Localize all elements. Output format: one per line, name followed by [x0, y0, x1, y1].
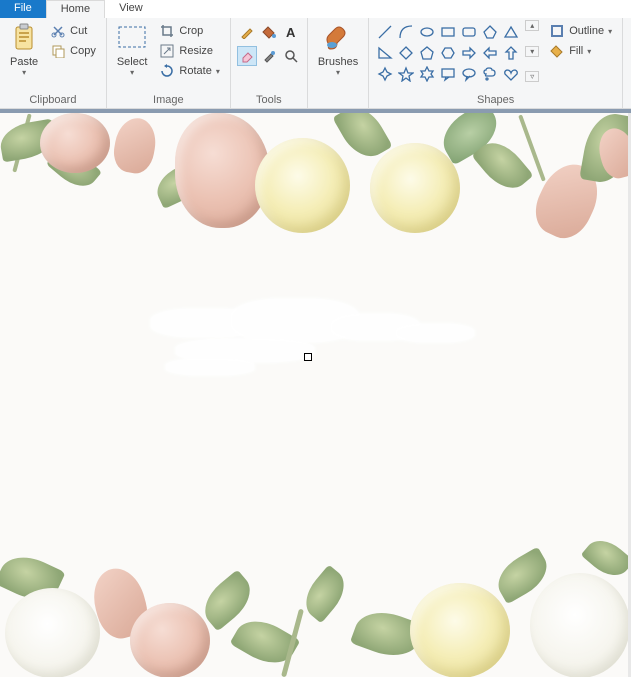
clipboard-icon	[11, 22, 37, 54]
select-label: Select	[117, 56, 148, 68]
shape-hexagon[interactable]	[438, 43, 458, 63]
copy-label: Copy	[70, 45, 96, 57]
chevron-down-icon: ▾	[608, 27, 612, 36]
shape-callout-oval[interactable]	[459, 64, 479, 84]
group-tools: A Tools	[231, 18, 308, 108]
crop-label: Crop	[179, 25, 203, 37]
eraser-cursor	[304, 353, 312, 361]
shape-right-triangle[interactable]	[375, 43, 395, 63]
fill-label: Fill	[569, 45, 583, 57]
copy-button[interactable]: Copy	[48, 42, 98, 60]
scissors-icon	[50, 23, 66, 39]
shape-oval[interactable]	[417, 22, 437, 42]
group-brushes: Brushes ▾ Brushes	[308, 18, 369, 108]
eraser-tool[interactable]	[237, 46, 257, 66]
resize-label: Resize	[179, 45, 213, 57]
shape-6star[interactable]	[417, 64, 437, 84]
clipboard-group-label: Clipboard	[4, 92, 102, 108]
crop-button[interactable]: Crop	[157, 22, 221, 40]
tools-group-label: Tools	[235, 92, 303, 108]
rotate-label: Rotate	[179, 65, 211, 77]
pencil-tool[interactable]	[237, 22, 257, 42]
cut-button[interactable]: Cut	[48, 22, 98, 40]
text-tool[interactable]: A	[281, 22, 301, 42]
shapes-expand[interactable]: ▿	[525, 71, 539, 82]
outline-button[interactable]: Outline ▾	[547, 22, 614, 40]
shape-line[interactable]	[375, 22, 395, 42]
resize-button[interactable]: Resize	[157, 42, 221, 60]
chevron-down-icon: ▾	[22, 68, 26, 77]
shape-curve[interactable]	[396, 22, 416, 42]
chevron-down-icon: ▾	[130, 68, 134, 77]
svg-text:A: A	[286, 25, 296, 39]
shape-callout-cloud[interactable]	[480, 64, 500, 84]
resize-icon	[159, 43, 175, 59]
cut-label: Cut	[70, 25, 87, 37]
group-shapes: ▴ ▾ ▿ Outline ▾ Fill ▾ Shapes	[369, 18, 623, 108]
outline-icon	[549, 23, 565, 39]
group-image: Select ▾ Crop Resize Rotate ▾ Image	[107, 18, 231, 108]
shape-polygon[interactable]	[480, 22, 500, 42]
chevron-down-icon: ▾	[587, 47, 591, 56]
shape-pentagon[interactable]	[417, 43, 437, 63]
tab-file[interactable]: File	[0, 0, 46, 18]
copy-icon	[50, 43, 66, 59]
fill-button[interactable]: Fill ▾	[547, 42, 614, 60]
shape-4star[interactable]	[375, 64, 395, 84]
outline-label: Outline	[569, 25, 604, 37]
color-picker-tool[interactable]	[259, 46, 279, 66]
tab-home[interactable]: Home	[46, 0, 105, 18]
paste-button[interactable]: Paste ▾	[4, 20, 44, 79]
shapes-scroll-up[interactable]: ▴	[525, 20, 539, 31]
image-group-label: Image	[111, 92, 226, 108]
chevron-down-icon: ▾	[216, 67, 220, 76]
shape-rect[interactable]	[438, 22, 458, 42]
shape-diamond[interactable]	[396, 43, 416, 63]
brushes-label: Brushes	[318, 56, 358, 68]
select-button[interactable]: Select ▾	[111, 20, 154, 79]
canvas-area[interactable]	[0, 109, 631, 677]
group-clipboard: Paste ▾ Cut Copy Clipboard	[0, 18, 107, 108]
shape-heart[interactable]	[501, 64, 521, 84]
shape-arrow-left[interactable]	[480, 43, 500, 63]
tab-bar: File Home View	[0, 0, 631, 18]
shape-triangle[interactable]	[501, 22, 521, 42]
shape-arrow-up[interactable]	[501, 43, 521, 63]
select-rect-icon	[117, 22, 147, 54]
tab-view[interactable]: View	[105, 0, 157, 18]
ribbon: Paste ▾ Cut Copy Clipboard	[0, 18, 631, 109]
brush-icon	[323, 22, 353, 54]
shapes-group-label: Shapes	[373, 92, 618, 108]
rotate-button[interactable]: Rotate ▾	[157, 62, 221, 80]
shape-roundrect[interactable]	[459, 22, 479, 42]
crop-icon	[159, 23, 175, 39]
group-size: Siz	[623, 18, 631, 108]
fill-tool[interactable]	[259, 22, 279, 42]
chevron-down-icon: ▾	[336, 68, 340, 77]
fill-icon	[549, 43, 565, 59]
size-button[interactable]: Siz	[627, 20, 631, 70]
paste-label: Paste	[10, 56, 38, 68]
shapes-scroll-down[interactable]: ▾	[525, 46, 539, 57]
rotate-icon	[159, 63, 175, 79]
shape-arrow-right[interactable]	[459, 43, 479, 63]
shapes-gallery[interactable]	[373, 20, 523, 86]
magnifier-tool[interactable]	[281, 46, 301, 66]
shape-5star[interactable]	[396, 64, 416, 84]
canvas[interactable]	[0, 113, 631, 677]
brushes-button[interactable]: Brushes ▾	[312, 20, 364, 79]
shape-callout-rect[interactable]	[438, 64, 458, 84]
